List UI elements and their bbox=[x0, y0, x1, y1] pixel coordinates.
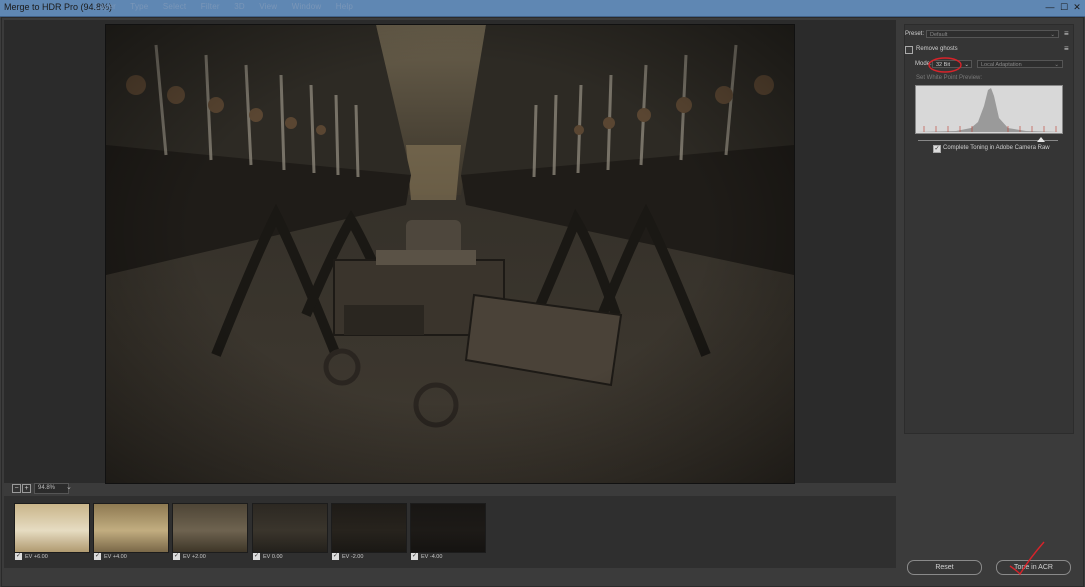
tone-in-acr-button[interactable]: Tone in ACR bbox=[996, 560, 1071, 575]
thumbnail-ev-plus-4[interactable] bbox=[93, 503, 169, 553]
menu-item-select: Select bbox=[162, 2, 187, 11]
chevron-down-icon: ⌄ bbox=[1054, 62, 1059, 68]
thumbnail-ev-0[interactable] bbox=[252, 503, 328, 553]
include-checkbox[interactable]: ✓ bbox=[173, 553, 180, 561]
hdr-preview-image[interactable] bbox=[105, 24, 795, 484]
zoom-value[interactable]: 94.8% bbox=[34, 483, 69, 494]
mode-value: 32 Bit bbox=[936, 62, 951, 68]
thumbnail-ev-minus-2[interactable] bbox=[331, 503, 407, 553]
panel-menu-icon[interactable]: ≡ bbox=[1064, 44, 1069, 53]
ev-label: EV -4.00 bbox=[421, 554, 443, 560]
include-checkbox[interactable]: ✓ bbox=[15, 553, 22, 561]
thumbnail-ev-minus-4[interactable] bbox=[410, 503, 486, 553]
thumbnail-label: ✓ EV -4.00 bbox=[411, 553, 442, 562]
menu-item-help: Help bbox=[335, 2, 354, 11]
thumbnail-label: ✓ EV 0.00 bbox=[253, 553, 283, 562]
include-checkbox[interactable]: ✓ bbox=[94, 553, 101, 561]
ev-label: EV 0.00 bbox=[263, 554, 283, 560]
ev-label: EV +2.00 bbox=[183, 554, 206, 560]
white-point-slider-thumb[interactable] bbox=[1037, 137, 1045, 142]
mode-label: Mode: bbox=[915, 61, 932, 67]
method-select[interactable]: Local Adaptation ⌄ bbox=[977, 60, 1063, 68]
menu-item-3d: 3D bbox=[234, 2, 245, 11]
white-point-histogram[interactable] bbox=[915, 85, 1063, 134]
preset-label: Preset: bbox=[905, 31, 925, 37]
complete-toning-label: Complete Toning in Adobe Camera Raw bbox=[943, 145, 1050, 151]
menu-item-layer: Layer bbox=[95, 2, 117, 11]
reset-button[interactable]: Reset bbox=[907, 560, 982, 575]
remove-ghosts-label: Remove ghosts bbox=[916, 46, 958, 52]
thumbnail-ev-plus-6[interactable] bbox=[14, 503, 90, 553]
thumbnail-label: ✓ EV +4.00 bbox=[94, 553, 127, 562]
thumbnail-label: ✓ EV -2.00 bbox=[332, 553, 363, 562]
menu-item-type: Type bbox=[130, 2, 149, 11]
white-point-label: Set White Point Preview: bbox=[916, 75, 983, 81]
maximize-button[interactable]: ☐ bbox=[1057, 1, 1071, 14]
remove-ghosts-checkbox[interactable] bbox=[905, 46, 913, 54]
method-value: Local Adaptation bbox=[981, 62, 1022, 68]
menu-item-window: Window bbox=[291, 2, 322, 11]
mode-select[interactable]: 32 Bit ⌄ bbox=[932, 60, 972, 68]
chevron-down-icon: ⌄ bbox=[1050, 32, 1055, 38]
include-checkbox[interactable]: ✓ bbox=[332, 553, 339, 561]
include-checkbox[interactable]: ✓ bbox=[411, 553, 418, 561]
zoom-in-button[interactable]: + bbox=[22, 484, 31, 493]
chevron-down-icon: ⌄ bbox=[964, 62, 969, 68]
panel-menu-icon[interactable]: ≡ bbox=[1064, 29, 1069, 38]
preset-value: Default bbox=[930, 32, 948, 38]
ev-label: EV +4.00 bbox=[104, 554, 127, 560]
minimize-button[interactable]: — bbox=[1043, 1, 1057, 14]
ev-label: EV +6.00 bbox=[25, 554, 48, 560]
zoom-out-button[interactable]: − bbox=[12, 484, 21, 493]
menu-item-view: View bbox=[259, 2, 278, 11]
menu-item-filter: Filter bbox=[200, 2, 220, 11]
complete-toning-checkbox[interactable]: ✓ bbox=[933, 145, 941, 153]
window-titlebar: Merge to HDR Pro (94.8%) Layer Type Sele… bbox=[0, 0, 1085, 17]
thumbnail-label: ✓ EV +2.00 bbox=[173, 553, 206, 562]
ev-label: EV -2.00 bbox=[342, 554, 364, 560]
include-checkbox[interactable]: ✓ bbox=[253, 553, 260, 561]
thumbnail-ev-plus-2[interactable] bbox=[172, 503, 248, 553]
thumbnail-label: ✓ EV +6.00 bbox=[15, 553, 48, 562]
preset-select[interactable]: Default ⌄ bbox=[926, 30, 1059, 38]
close-button[interactable]: ✕ bbox=[1070, 1, 1084, 14]
chevron-down-icon[interactable]: ⌄ bbox=[66, 483, 74, 492]
background-menu-bar: Layer Type Select Filter 3D View Window … bbox=[95, 2, 365, 11]
